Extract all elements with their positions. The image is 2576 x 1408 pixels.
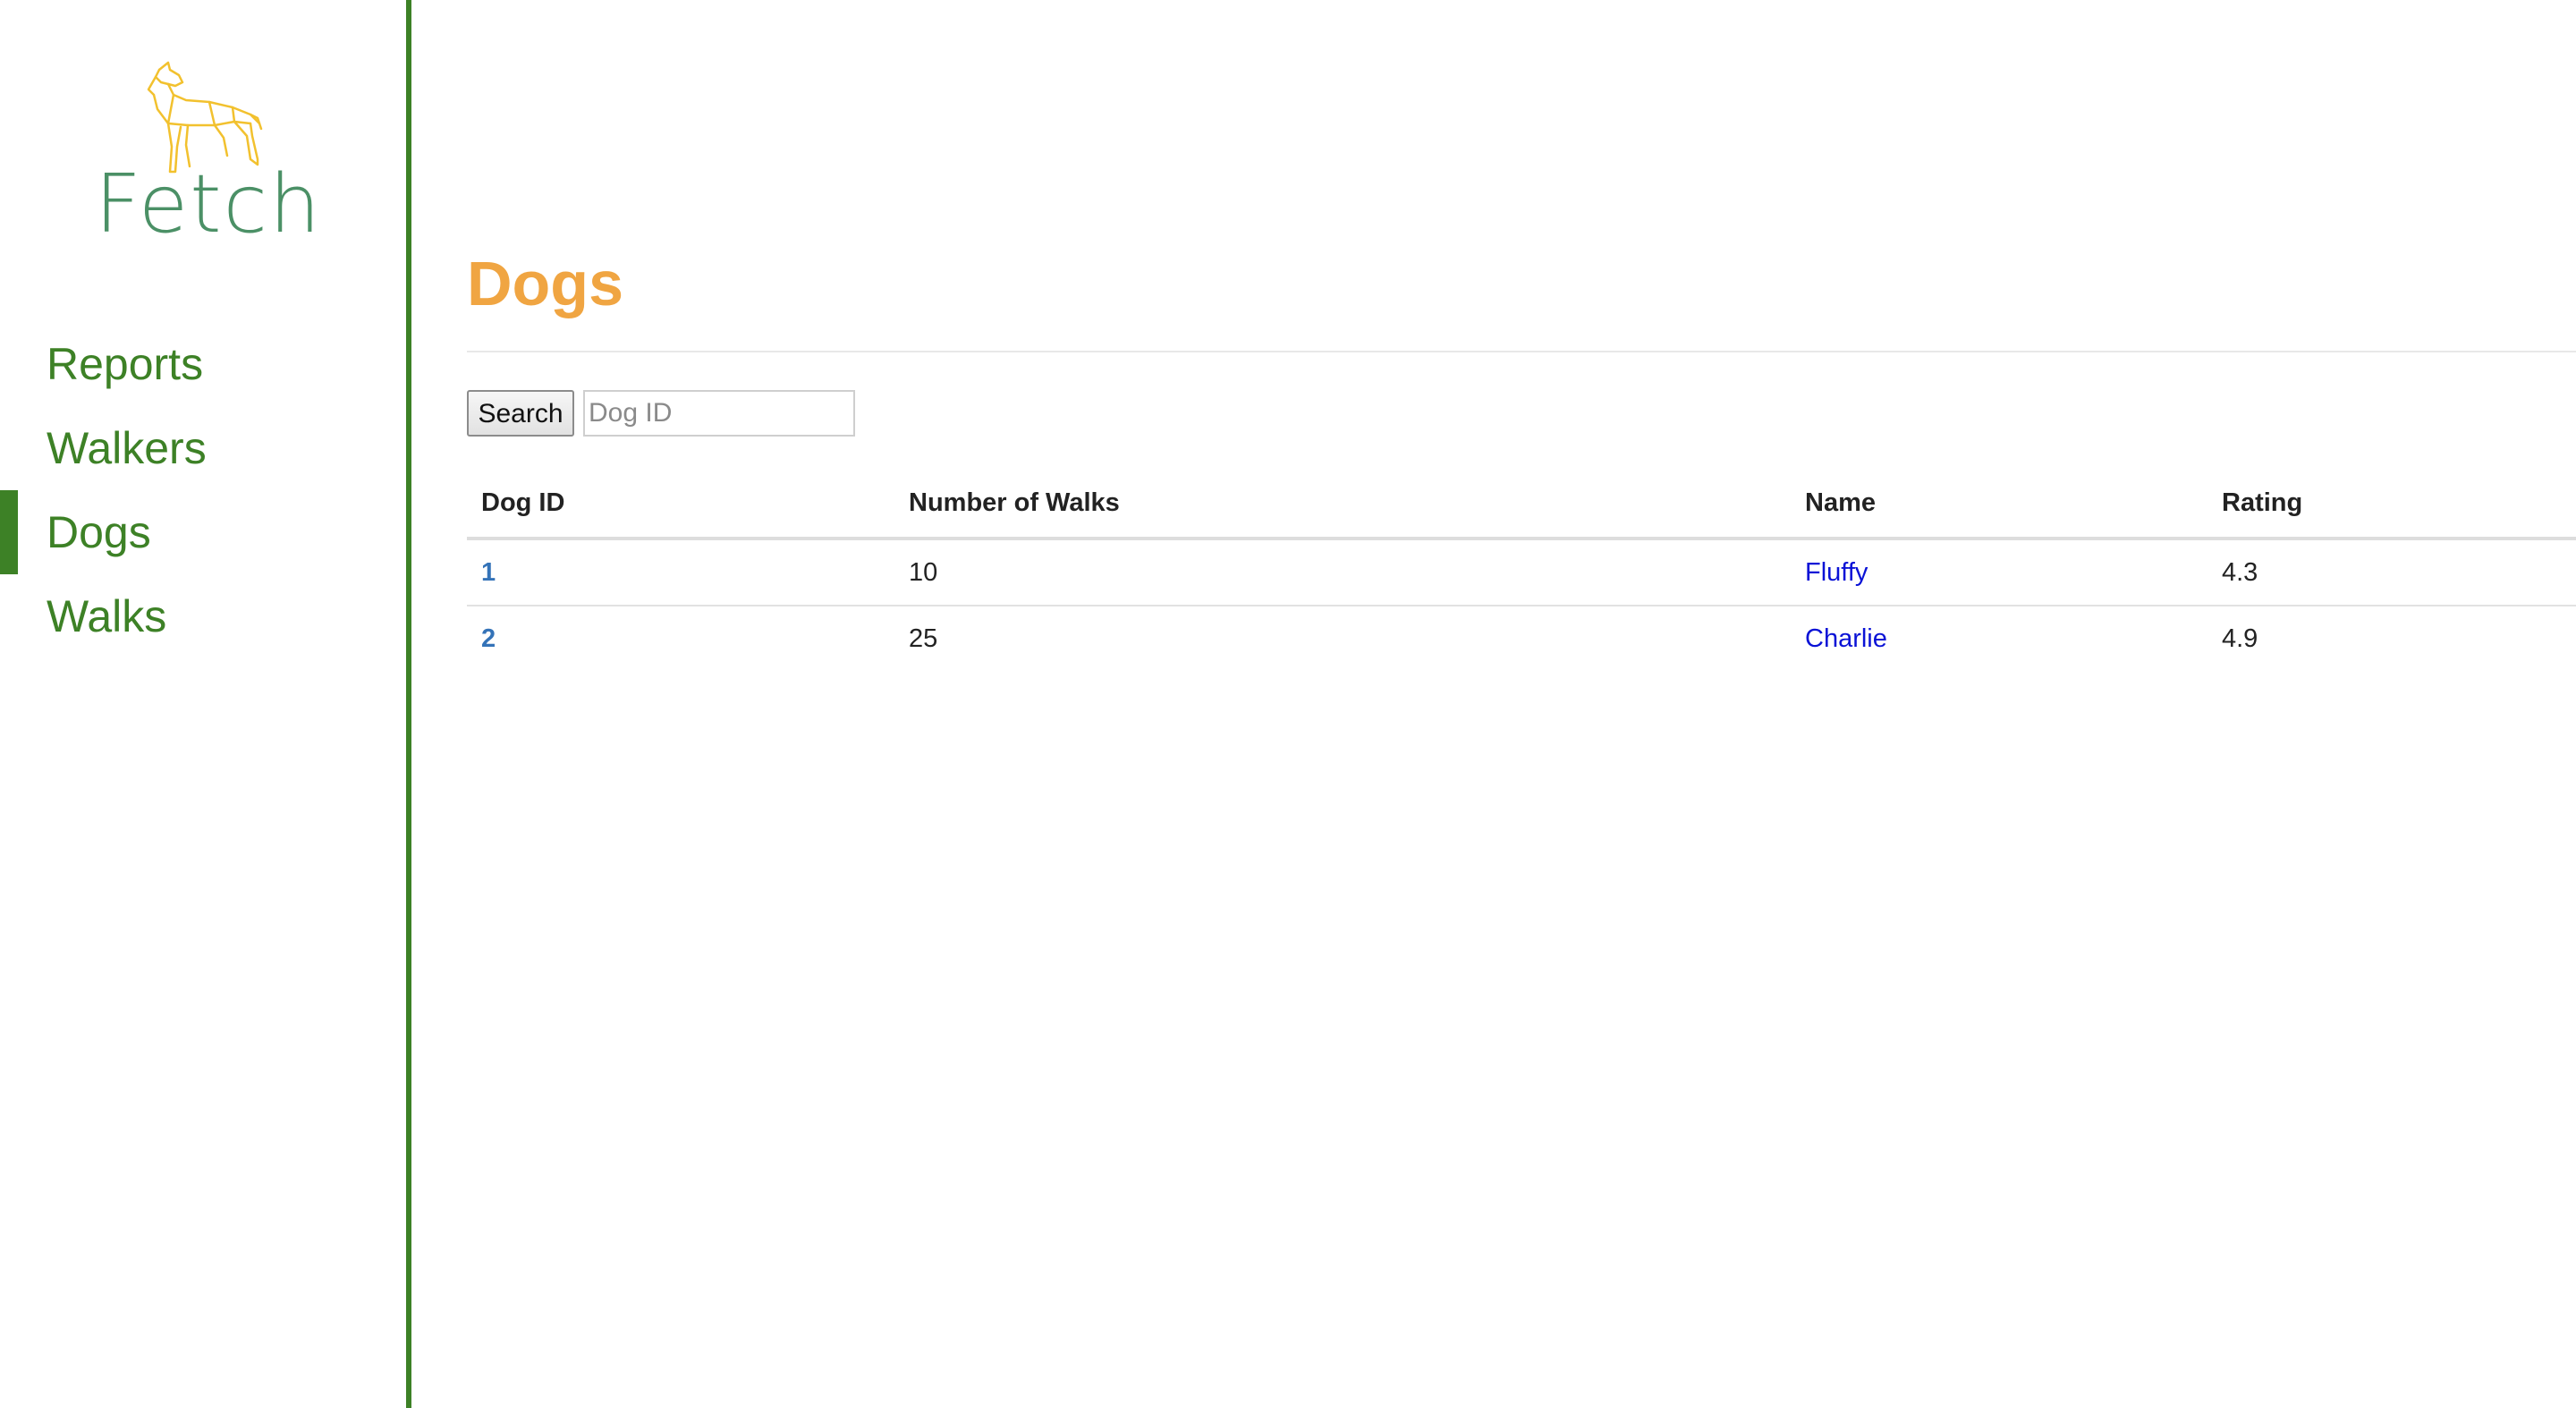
dog-name-link[interactable]: Charlie xyxy=(1805,624,1887,653)
cell-number-of-walks: 10 xyxy=(894,539,1791,606)
sidebar: Fetch Reports Walkers Dogs Walks xyxy=(0,0,411,1408)
title-divider xyxy=(467,351,2576,352)
column-header-dog-id[interactable]: Dog ID xyxy=(467,469,894,540)
dog-id-search-input[interactable] xyxy=(583,390,855,437)
cell-dog-id: 1 xyxy=(467,539,894,606)
cell-rating: 4.3 xyxy=(2207,539,2576,606)
column-header-number-of-walks[interactable]: Number of Walks xyxy=(894,469,1791,540)
cell-dog-id: 2 xyxy=(467,606,894,671)
column-header-rating[interactable]: Rating xyxy=(2207,469,2576,540)
sidebar-nav: Reports Walkers Dogs Walks xyxy=(0,322,406,658)
sidebar-item-walks[interactable]: Walks xyxy=(0,574,406,658)
dog-id-link[interactable]: 2 xyxy=(481,624,496,653)
main-content: Dogs Search Dog ID Number of Walks Name … xyxy=(467,0,2576,1408)
table-row: 2 25 Charlie 4.9 xyxy=(467,606,2576,671)
column-header-name[interactable]: Name xyxy=(1791,469,2207,540)
table-body: 1 10 Fluffy 4.3 2 25 Charlie 4.9 xyxy=(467,539,2576,671)
app-root: Fetch Reports Walkers Dogs Walks Dogs Se… xyxy=(0,0,2576,1408)
cell-name: Fluffy xyxy=(1791,539,2207,606)
dogs-table: Dog ID Number of Walks Name Rating 1 10 … xyxy=(467,469,2576,671)
cell-number-of-walks: 25 xyxy=(909,623,938,653)
cell-rating: 4.9 xyxy=(2222,623,2258,653)
table-header-row: Dog ID Number of Walks Name Rating xyxy=(467,469,2576,540)
dog-name-link[interactable]: Fluffy xyxy=(1805,558,1868,587)
search-button[interactable]: Search xyxy=(467,390,574,437)
sidebar-item-reports[interactable]: Reports xyxy=(0,322,406,406)
cell-name: Charlie xyxy=(1791,606,2207,671)
page-title: Dogs xyxy=(467,249,623,318)
sidebar-item-dogs[interactable]: Dogs xyxy=(0,490,406,574)
brand-name: Fetch xyxy=(95,157,323,251)
table-header: Dog ID Number of Walks Name Rating xyxy=(467,469,2576,540)
dog-id-link[interactable]: 1 xyxy=(481,558,496,587)
brand-logo[interactable]: Fetch xyxy=(89,59,322,247)
sidebar-item-walkers[interactable]: Walkers xyxy=(0,406,406,490)
table-row: 1 10 Fluffy 4.3 xyxy=(467,539,2576,606)
